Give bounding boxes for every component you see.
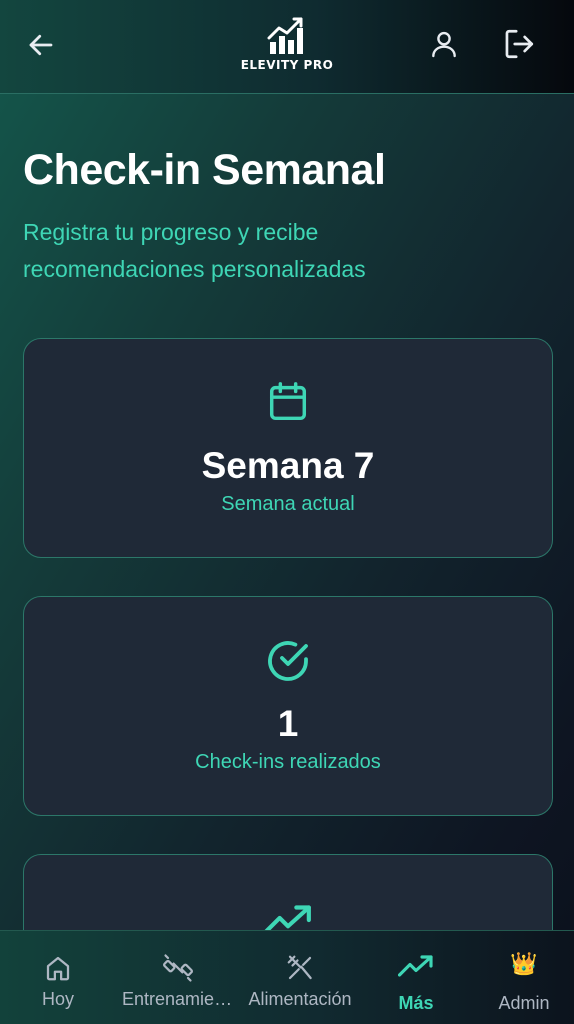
brand-name: ELEVITY PRO [240, 58, 334, 72]
dumbbell-icon [163, 954, 193, 982]
check-circle-icon [268, 641, 308, 681]
back-button[interactable] [22, 26, 60, 64]
logout-button[interactable] [498, 24, 540, 64]
bar-chart-trend-logo [267, 17, 303, 54]
nav-item-entrenamiento[interactable]: Entrenamiento [122, 931, 234, 1024]
nav-label-hoy: Hoy [41, 989, 74, 1009]
crown-icon: 👑 [510, 952, 538, 977]
profile-button[interactable] [424, 24, 464, 64]
checkins-count-value: 1 [277, 703, 299, 744]
utensils-icon [287, 955, 312, 980]
current-week-value: Semana 7 [201, 445, 375, 486]
logout-icon [505, 29, 534, 59]
arrow-left-icon [29, 34, 53, 56]
page-subtitle: Registra tu progreso y recibe recomendac… [23, 219, 366, 282]
brand-logo[interactable]: ELEVITY PRO [226, 16, 348, 78]
calendar-icon [269, 382, 307, 421]
nav-label-alimentacion: Alimentación [248, 989, 352, 1009]
nav-item-hoy[interactable]: Hoy [8, 931, 108, 1024]
nav-item-admin[interactable]: 👑 Admin [474, 931, 574, 1024]
app-header: ELEVITY PRO [0, 0, 574, 94]
checkins-count-label: Check-ins realizados [195, 751, 381, 773]
bottom-navigation: Hoy Entrenamiento Alimentación Más 👑 Adm… [0, 930, 574, 1024]
current-week-label: Semana actual [221, 493, 355, 515]
user-icon [432, 31, 456, 58]
trending-up-icon [398, 955, 433, 977]
nav-item-mas[interactable]: Más [366, 931, 466, 1024]
current-week-card: Semana 7 Semana actual [23, 338, 553, 558]
page-title: Check-in Semanal [23, 146, 386, 194]
checkins-count-card: 1 Check-ins realizados [23, 596, 553, 816]
home-icon [46, 956, 70, 981]
nav-label-entrenamiento: Entrenamiento [122, 989, 234, 1009]
nav-label-admin: Admin [498, 993, 550, 1013]
nav-label-mas: Más [398, 993, 434, 1013]
nav-item-alimentacion[interactable]: Alimentación [244, 931, 356, 1024]
